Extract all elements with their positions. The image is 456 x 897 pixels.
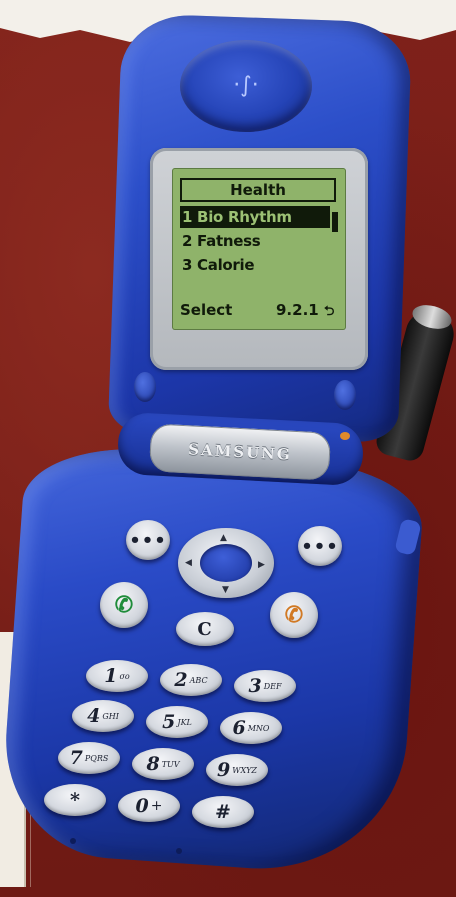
menu-item-bio-rhythm[interactable]: 1 Bio Rhythm	[180, 206, 330, 228]
key-9[interactable]: 9 WXYZ	[206, 754, 268, 786]
key-1-letters: σο	[119, 671, 130, 681]
flip-phone: ·∫· Health 1 Bio Rhythm 2 Fatness 3 Calo…	[0, 0, 456, 897]
clear-button[interactable]: C	[176, 612, 234, 646]
key-5-letters: JKL	[177, 717, 192, 727]
key-8-letters: TUV	[161, 759, 180, 769]
menu-item-fatness[interactable]: 2 Fatness	[180, 230, 330, 252]
key-6-letters: MNO	[247, 723, 270, 733]
key-0-number: 0	[135, 795, 149, 817]
key-3-number: 3	[248, 675, 262, 697]
key-7[interactable]: 7 PQRS	[58, 742, 120, 774]
key-1[interactable]: 1 σο	[86, 660, 148, 692]
end-button[interactable]: ✆	[270, 592, 318, 638]
key-8-number: 8	[146, 753, 160, 775]
key-9-letters: WXYZ	[232, 765, 257, 775]
key-9-number: 9	[217, 759, 231, 781]
key-2-letters: ABC	[189, 675, 208, 685]
menu-index-value: 9.2.1	[276, 301, 319, 319]
lcd-screen: Health 1 Bio Rhythm 2 Fatness 3 Calorie …	[172, 168, 346, 330]
key-6-number: 6	[232, 717, 246, 739]
key-7-letters: PQRS	[84, 753, 109, 763]
key-3-letters: DEF	[263, 681, 282, 691]
key-8[interactable]: 8 TUV	[132, 748, 194, 780]
nav-right-arrow-icon: ▶	[258, 560, 265, 570]
soft-key-right-label: •••	[301, 535, 339, 557]
soft-key-left[interactable]: •••	[126, 520, 170, 560]
return-arrow-icon: ⮌	[323, 304, 335, 319]
key-2[interactable]: 2 ABC	[160, 664, 222, 696]
nav-left-arrow-icon: ◀	[185, 558, 192, 568]
nav-up-arrow-icon: ▲	[220, 533, 227, 543]
microphone-hole	[70, 838, 76, 844]
key-hash[interactable]: #	[192, 796, 254, 828]
nav-down-arrow-icon: ▼	[222, 585, 229, 595]
hinge-bumper-right	[334, 380, 356, 410]
end-power-icon: ✆	[284, 602, 304, 628]
key-5-number: 5	[162, 711, 176, 733]
key-7-number: 7	[69, 747, 83, 769]
call-button[interactable]: ✆	[100, 582, 148, 628]
key-hash-symbol: #	[215, 801, 231, 823]
key-4[interactable]: 4 GHI	[72, 700, 134, 732]
key-6[interactable]: 6 MNO	[220, 712, 282, 744]
soft-key-left-label: •••	[129, 529, 167, 551]
menu-index: 9.2.1 ⮌	[276, 300, 334, 322]
menu-item-calorie[interactable]: 3 Calorie	[180, 254, 330, 276]
scrollbar-thumb	[332, 212, 338, 232]
key-star-symbol: *	[70, 789, 80, 811]
key-5[interactable]: 5 JKL	[146, 706, 208, 738]
screen-title: Health	[180, 178, 336, 202]
key-0-plus: +	[150, 798, 163, 814]
soft-key-right[interactable]: •••	[298, 526, 342, 566]
navigation-center[interactable]	[200, 544, 252, 582]
call-icon: ✆	[114, 592, 134, 618]
softkey-select-label: Select	[180, 301, 233, 319]
key-0[interactable]: 0 +	[118, 790, 180, 822]
speaker-logo-icon: ·∫·	[233, 73, 259, 98]
hinge-accent	[340, 432, 350, 440]
clear-button-label: C	[197, 618, 213, 640]
key-4-letters: GHI	[102, 711, 119, 721]
key-4-number: 4	[87, 705, 101, 727]
hinge-bumper-left	[134, 372, 156, 402]
key-star[interactable]: *	[44, 784, 106, 816]
key-3[interactable]: 3 DEF	[234, 670, 296, 702]
microphone-hole	[176, 848, 182, 854]
key-1-number: 1	[104, 665, 118, 687]
key-2-number: 2	[174, 669, 188, 691]
